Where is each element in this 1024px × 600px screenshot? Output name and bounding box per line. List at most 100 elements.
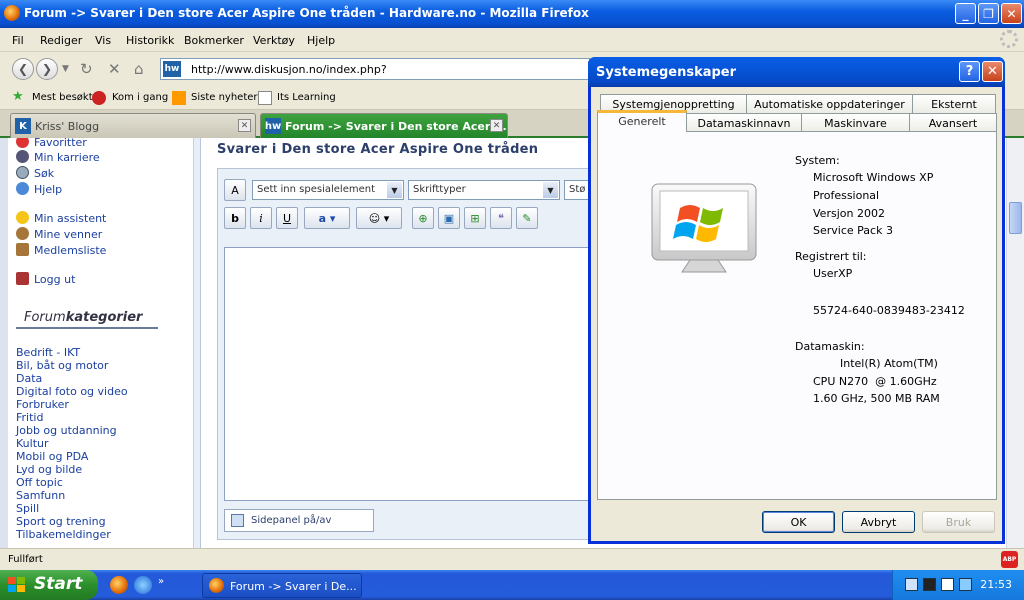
quicklaunch-more-icon[interactable]: »	[158, 576, 170, 594]
sidebar-item-favorites[interactable]: Favoritter	[16, 138, 87, 149]
maximize-button[interactable]: ❐	[978, 3, 999, 24]
registered-label: Registrert til:	[795, 250, 867, 263]
tab-close-icon[interactable]: ✕	[238, 119, 251, 132]
menu-history[interactable]: Historikk	[126, 34, 174, 47]
clock: 21:53	[980, 578, 1012, 591]
category-link[interactable]: Data	[16, 372, 42, 385]
sidebar-item-career[interactable]: Min karriere	[16, 150, 100, 164]
forum-categories-heading: Forumkategorier	[24, 310, 143, 325]
sidebar-strip	[0, 138, 8, 548]
tab-automatic-updates[interactable]: Automatiske oppdateringer	[746, 94, 913, 114]
cancel-button[interactable]: Avbryt	[842, 511, 915, 533]
category-link[interactable]: Spill	[16, 502, 39, 515]
sidebar-item-search[interactable]: Søk	[16, 166, 54, 180]
smiley-button[interactable]: ☺ ▾	[356, 207, 402, 229]
reload-icon[interactable]: ↻	[80, 60, 93, 78]
sidebar-item-assistant[interactable]: Min assistent	[16, 211, 106, 225]
category-link[interactable]: Lyd og bilde	[16, 463, 82, 476]
category-link[interactable]: Off topic	[16, 476, 63, 489]
stop-icon[interactable]: ✕	[108, 60, 121, 78]
format-clear-icon[interactable]: A	[224, 179, 246, 201]
editor-toolbar-row1: A Sett inn spesialelement ▼ Skrifttyper ▼ …	[224, 179, 616, 201]
code-icon[interactable]: ✎	[516, 207, 538, 229]
category-link[interactable]: Digital foto og video	[16, 385, 128, 398]
quote-icon[interactable]: ❝	[490, 207, 512, 229]
bookmark-most-visited[interactable]: Mest besøkt	[32, 92, 93, 103]
tab-hardware[interactable]: Maskinvare	[801, 113, 910, 133]
tab-advanced[interactable]: Avansert	[909, 113, 997, 133]
apply-button[interactable]: Bruk	[922, 511, 995, 533]
category-link[interactable]: Fritid	[16, 411, 43, 424]
page-scrollbar[interactable]	[1006, 138, 1024, 548]
footprints-icon	[16, 150, 29, 163]
tab-general[interactable]: Generelt	[597, 110, 687, 132]
insert-media-icon[interactable]: ⊞	[464, 207, 486, 229]
underline-button[interactable]: U	[276, 207, 298, 229]
tray-icon[interactable]	[923, 578, 936, 591]
tab-close-icon[interactable]: ✕	[490, 119, 503, 132]
menu-view[interactable]: Vis	[95, 34, 111, 47]
system-label: System:	[795, 154, 840, 167]
insert-link-icon[interactable]: ⊕	[412, 207, 434, 229]
forward-button[interactable]: ❯	[36, 58, 58, 80]
menu-edit[interactable]: Rediger	[40, 34, 82, 47]
sidebar-item-logout[interactable]: Logg ut	[16, 272, 75, 286]
network-icon[interactable]	[905, 578, 918, 591]
special-element-select[interactable]: Sett inn spesialelement ▼	[252, 180, 404, 200]
menu-file[interactable]: Fil	[12, 34, 24, 47]
volume-icon[interactable]	[941, 578, 954, 591]
minimize-button[interactable]: _	[955, 3, 976, 24]
menu-bookmarks[interactable]: Bokmerker	[184, 34, 244, 47]
start-button[interactable]: Start	[0, 570, 98, 600]
dialog-title: Systemegenskaper	[596, 65, 737, 80]
bookmark-latest-news[interactable]: Siste nyheter	[191, 92, 258, 103]
editor-toolbar-row2: b i U a ▾ ☺ ▾ ⊕ ▣ ⊞ ❝ ✎	[224, 207, 616, 229]
tab-remote[interactable]: Eksternt	[912, 94, 996, 114]
ok-button[interactable]: OK	[762, 511, 835, 533]
category-link[interactable]: Samfunn	[16, 489, 65, 502]
bold-button[interactable]: b	[224, 207, 246, 229]
sidebar-item-members[interactable]: Medlemsliste	[16, 243, 106, 257]
italic-button[interactable]: i	[250, 207, 272, 229]
help-button[interactable]: ?	[959, 61, 980, 82]
scrollbar-thumb[interactable]	[1009, 202, 1022, 234]
text-color-button[interactable]: a ▾	[304, 207, 350, 229]
category-link[interactable]: Bil, båt og motor	[16, 359, 108, 372]
tab-label: Kriss' Blogg	[35, 120, 100, 133]
tab-forum[interactable]: hw Forum -> Svarer i Den store Acer ... …	[260, 113, 508, 138]
bookmark-get-started[interactable]: Kom i gang	[112, 92, 168, 103]
firefox-quicklaunch-icon[interactable]	[110, 576, 128, 594]
tab-computer-name[interactable]: Datamaskinnavn	[686, 113, 802, 133]
category-link[interactable]: Kultur	[16, 437, 49, 450]
category-link[interactable]: Tilbakemeldinger	[16, 528, 111, 541]
font-select[interactable]: Skrifttyper ▼	[408, 180, 560, 200]
url-bar[interactable]: hw http://www.diskusjon.no/index.php?	[160, 58, 590, 80]
sidebar-item-help[interactable]: Hjelp	[16, 182, 62, 196]
tab-kriss-blogg[interactable]: K Kriss' Blogg ✕	[10, 113, 256, 138]
category-link[interactable]: Mobil og PDA	[16, 450, 88, 463]
category-link[interactable]: Bedrift - IKT	[16, 346, 80, 359]
left-sidebar: Favoritter Min karriere Søk Hjelp Min as…	[0, 138, 194, 548]
insert-image-icon[interactable]: ▣	[438, 207, 460, 229]
friends-icon	[16, 227, 29, 240]
post-textarea[interactable]	[224, 247, 604, 501]
menu-help[interactable]: Hjelp	[307, 34, 335, 47]
category-link[interactable]: Jobb og utdanning	[16, 424, 117, 437]
display-icon[interactable]	[959, 578, 972, 591]
sidepanel-toggle-button[interactable]: Sidepanel på/av	[224, 509, 374, 532]
home-icon[interactable]: ⌂	[134, 60, 144, 78]
sidebar-item-friends[interactable]: Mine venner	[16, 227, 102, 241]
browser-titlebar: Forum -> Svarer i Den store Acer Aspire …	[0, 0, 1024, 28]
history-dropdown-icon[interactable]: ▼	[62, 64, 69, 74]
adblock-icon[interactable]: ABP	[1001, 551, 1018, 568]
back-button[interactable]: ❮	[12, 58, 34, 80]
bookmark-its-learning[interactable]: Its Learning	[277, 92, 336, 103]
ie-quicklaunch-icon[interactable]	[134, 576, 152, 594]
system-properties-dialog: Systemegenskaper ? ✕ Systemgjenopprettin…	[588, 57, 1005, 544]
close-button[interactable]: ✕	[1001, 3, 1022, 24]
menu-tools[interactable]: Verktøy	[253, 34, 295, 47]
category-link[interactable]: Forbruker	[16, 398, 69, 411]
taskbar-item-firefox[interactable]: Forum -> Svarer i De...	[202, 573, 362, 598]
category-link[interactable]: Sport og trening	[16, 515, 106, 528]
dialog-close-button[interactable]: ✕	[982, 61, 1003, 82]
